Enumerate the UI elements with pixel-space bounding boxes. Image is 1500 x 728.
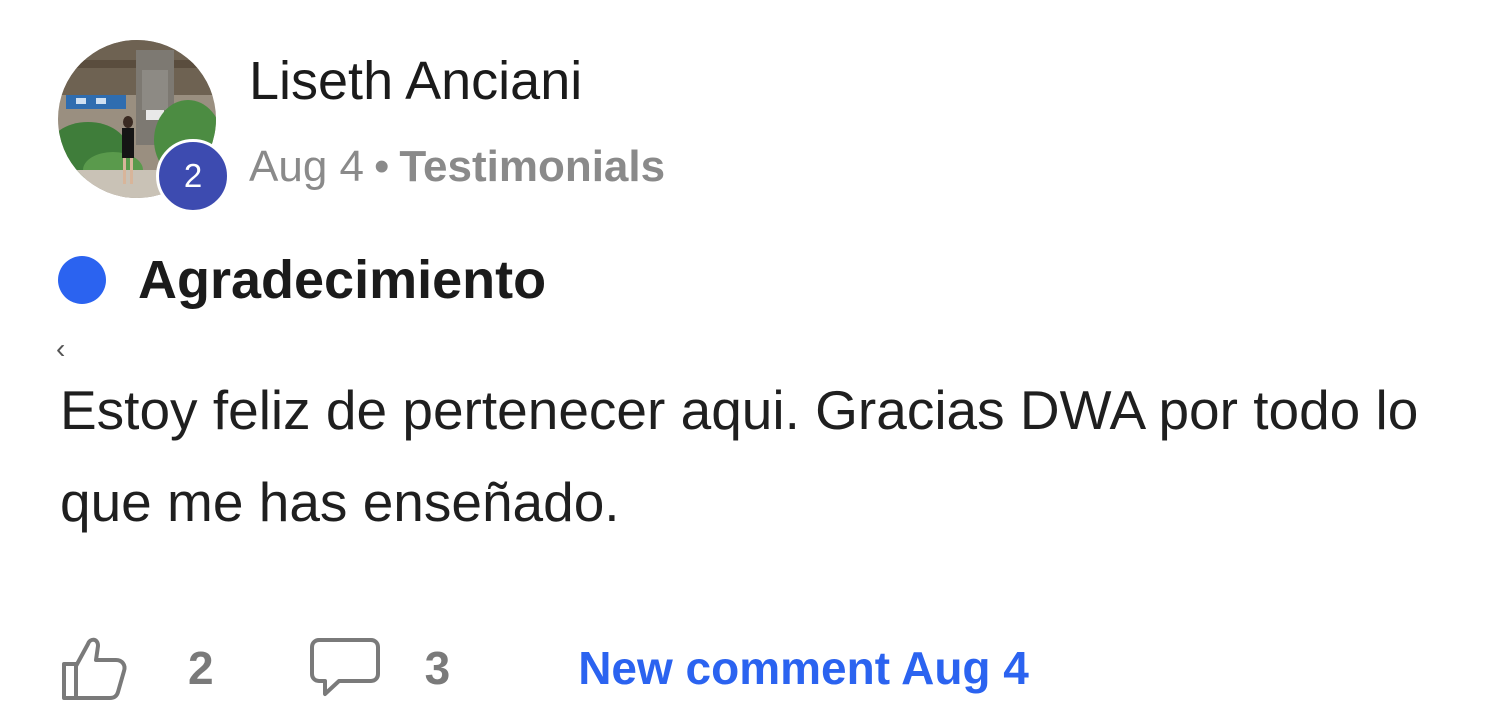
post-title-row[interactable]: Agradecimiento	[58, 245, 546, 315]
comment-button[interactable]: 3	[309, 636, 451, 700]
post-category[interactable]: Testimonials	[399, 142, 665, 191]
post-date: Aug 4	[249, 142, 364, 191]
post-meta: Aug 4 • Testimonials	[249, 140, 665, 194]
unread-dot-icon	[58, 256, 106, 304]
post-title[interactable]: Agradecimiento	[138, 249, 546, 311]
speech-bubble-icon	[309, 638, 380, 696]
post-footer: 2 3 New comment Aug 4	[60, 630, 1029, 706]
post-body: Estoy feliz de pertenecer aqui. Gracias …	[60, 379, 1419, 533]
meta-separator: •	[373, 142, 390, 191]
like-button[interactable]: 2	[60, 634, 214, 702]
like-count: 2	[188, 642, 214, 694]
level-badge: 2	[156, 139, 230, 213]
comment-count: 3	[424, 642, 451, 694]
chevron-left-icon[interactable]: ‹	[56, 334, 65, 364]
thumbs-up-icon	[62, 637, 127, 700]
author-name[interactable]: Liseth Anciani	[249, 48, 582, 114]
author-avatar-container[interactable]: 2	[58, 40, 230, 213]
new-comment-link[interactable]: New comment Aug 4	[578, 641, 1029, 695]
post-card: 2 Liseth Anciani Aug 4 • Testimonials Agra…	[0, 0, 1500, 728]
